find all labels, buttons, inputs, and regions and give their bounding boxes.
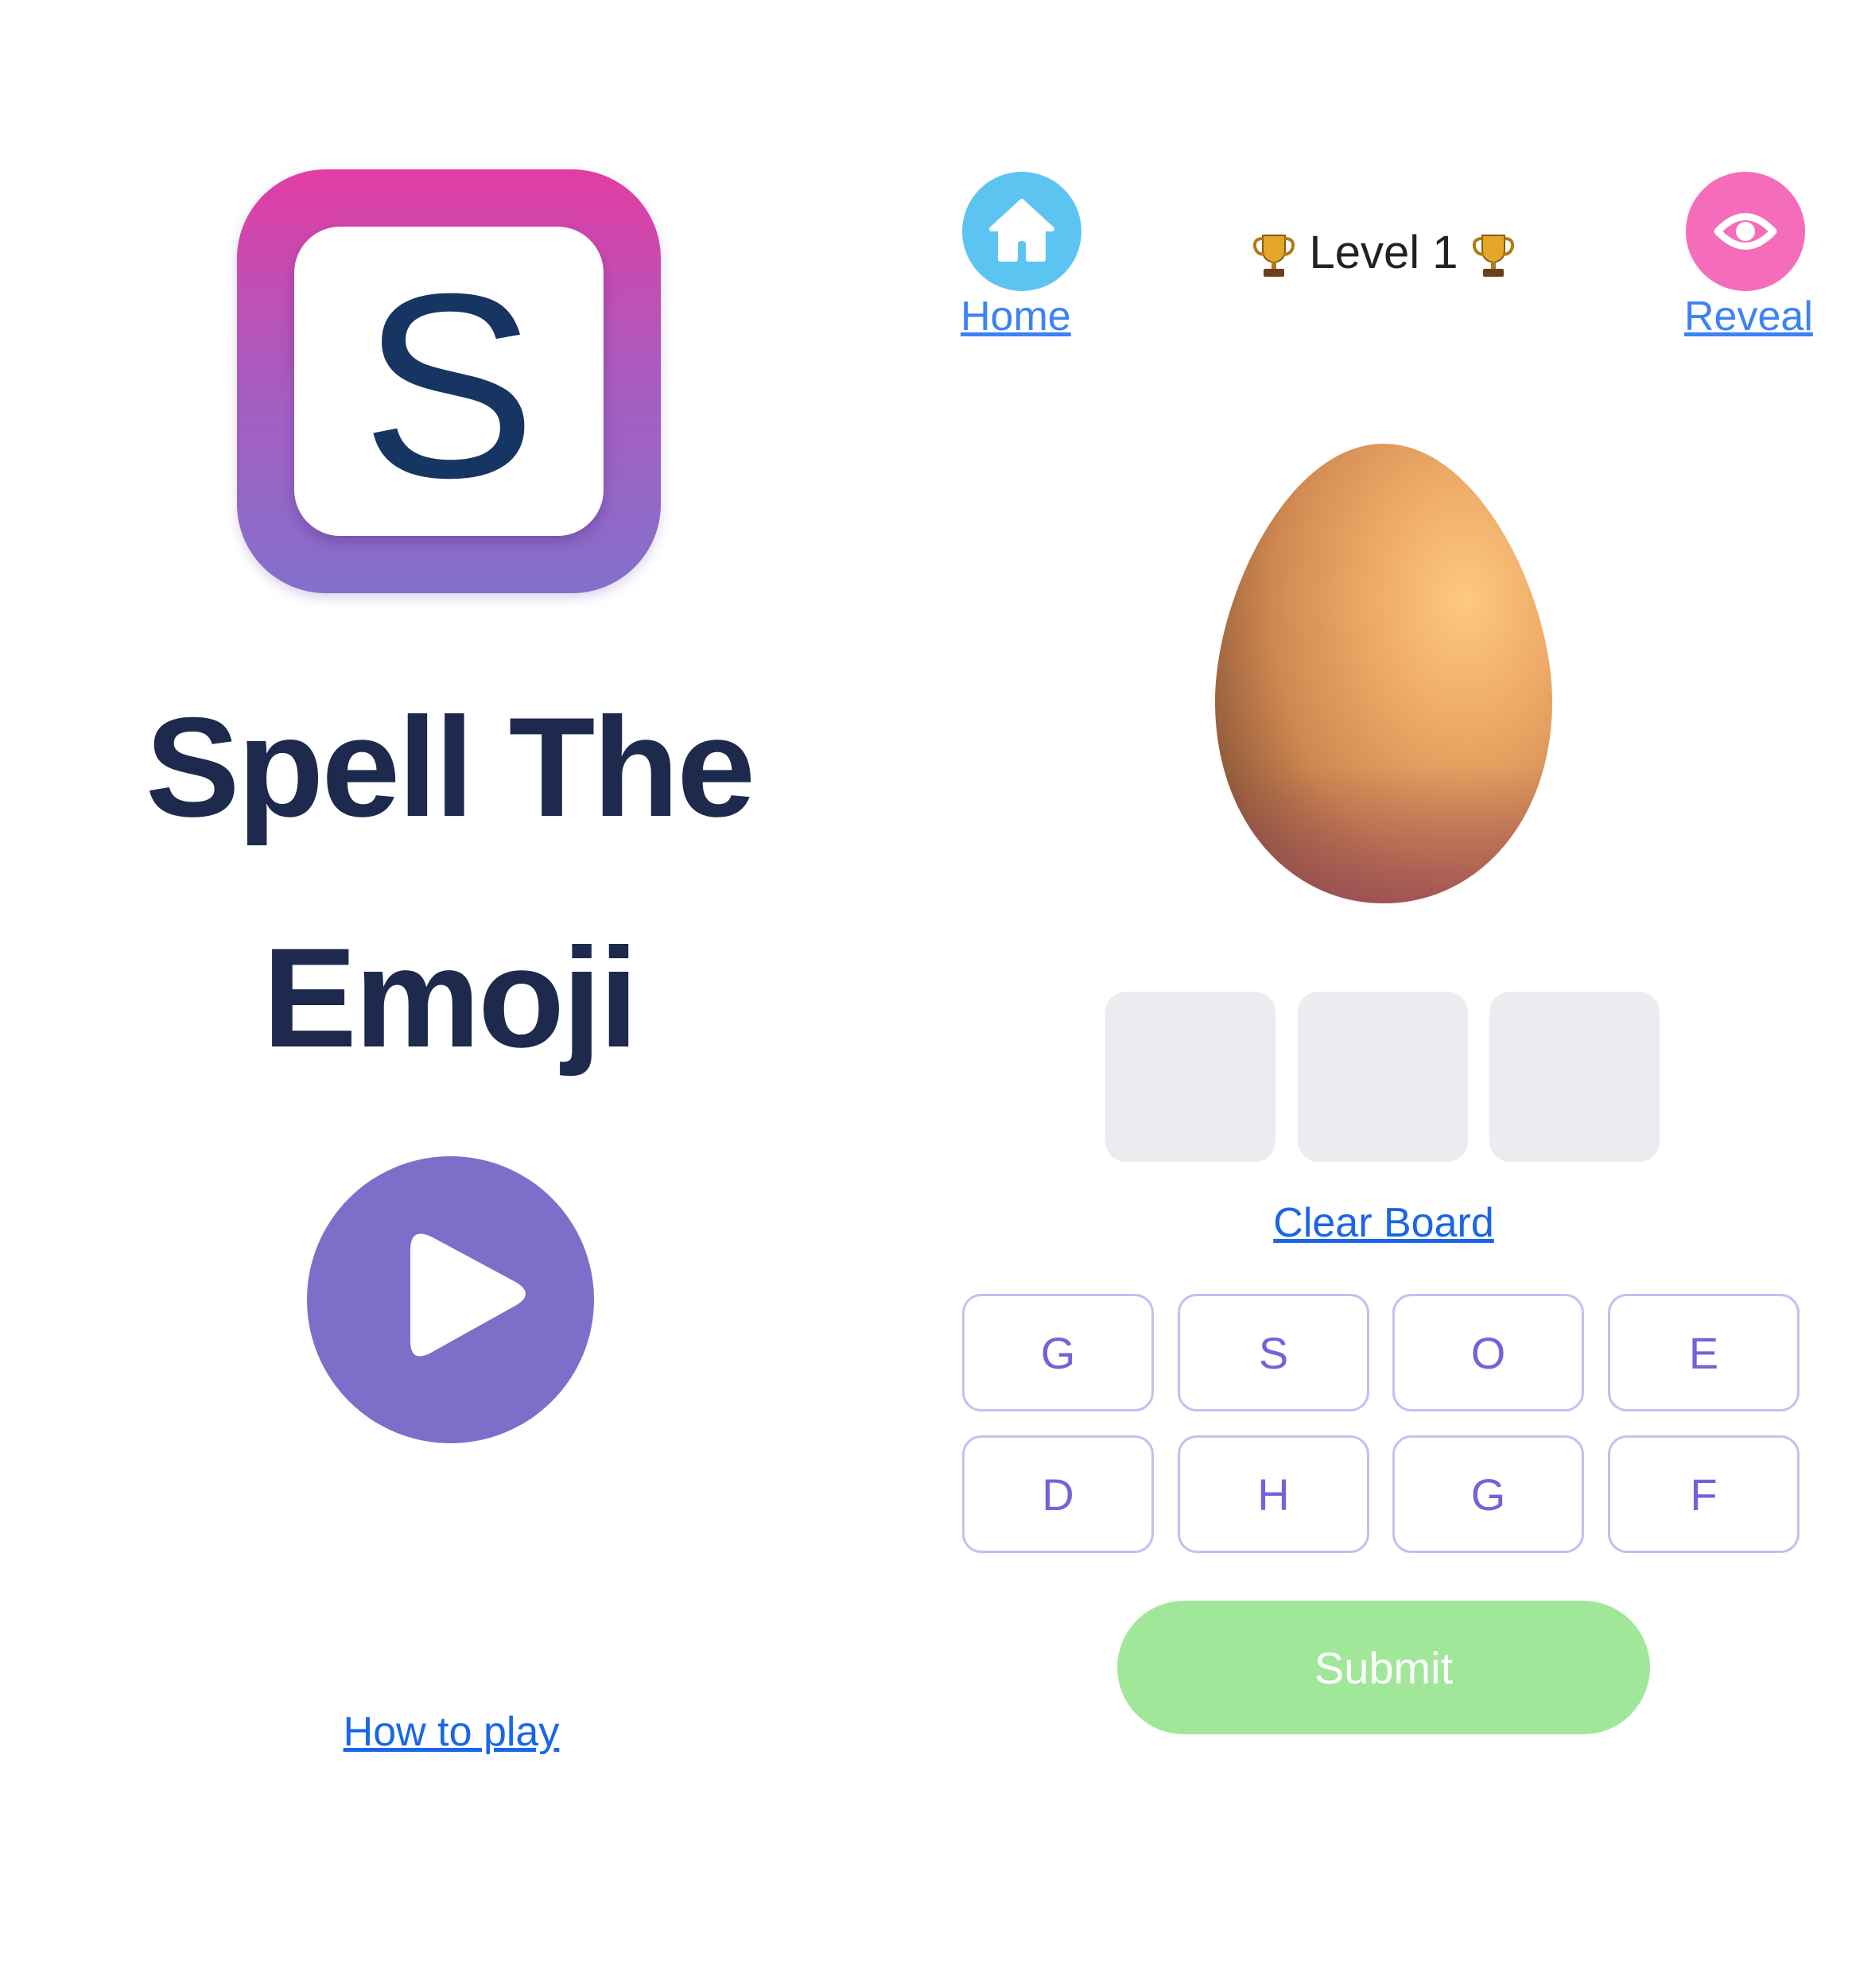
egg-emoji <box>1215 444 1552 903</box>
letter-key[interactable]: G <box>962 1294 1154 1411</box>
trophy-icon <box>1472 234 1514 277</box>
app-title-line1: Spell The <box>145 688 755 846</box>
play-icon <box>410 1233 526 1357</box>
letter-key[interactable]: D <box>962 1435 1154 1553</box>
level-indicator: Level 1 <box>1240 226 1527 280</box>
how-to-play-link[interactable]: How to play <box>302 1708 600 1756</box>
clear-board-link[interactable]: Clear Board <box>1240 1199 1527 1247</box>
play-button[interactable] <box>307 1156 594 1443</box>
app-title: Spell The Emoji <box>64 652 835 1113</box>
eye-icon <box>1714 213 1777 250</box>
app-title-line2: Emoji <box>262 918 639 1077</box>
letter-key[interactable]: E <box>1608 1294 1800 1411</box>
letter-key[interactable]: H <box>1178 1435 1369 1553</box>
letter-key[interactable]: G <box>1392 1435 1584 1553</box>
home-icon <box>989 199 1054 262</box>
submit-button[interactable]: Submit <box>1117 1601 1650 1734</box>
answer-slot[interactable] <box>1105 992 1275 1162</box>
trophy-icon <box>1253 234 1295 277</box>
home-link[interactable]: Home <box>961 293 1071 340</box>
level-text: Level 1 <box>1309 227 1458 278</box>
app-logo-letter: S <box>361 238 537 532</box>
answer-slot[interactable] <box>1298 992 1468 1162</box>
letter-key[interactable]: O <box>1392 1294 1584 1411</box>
reveal-link[interactable]: Reveal <box>1684 293 1813 340</box>
app-logo-tile: S <box>294 227 604 536</box>
answer-slot[interactable] <box>1489 992 1660 1162</box>
home-button[interactable] <box>962 172 1081 291</box>
letter-key[interactable]: F <box>1608 1435 1800 1553</box>
letter-key[interactable]: S <box>1178 1294 1369 1411</box>
app-logo: S <box>237 169 661 593</box>
reveal-button[interactable] <box>1686 172 1805 291</box>
app-stage: S Spell The Emoji How to play Home Level… <box>0 0 1852 1988</box>
